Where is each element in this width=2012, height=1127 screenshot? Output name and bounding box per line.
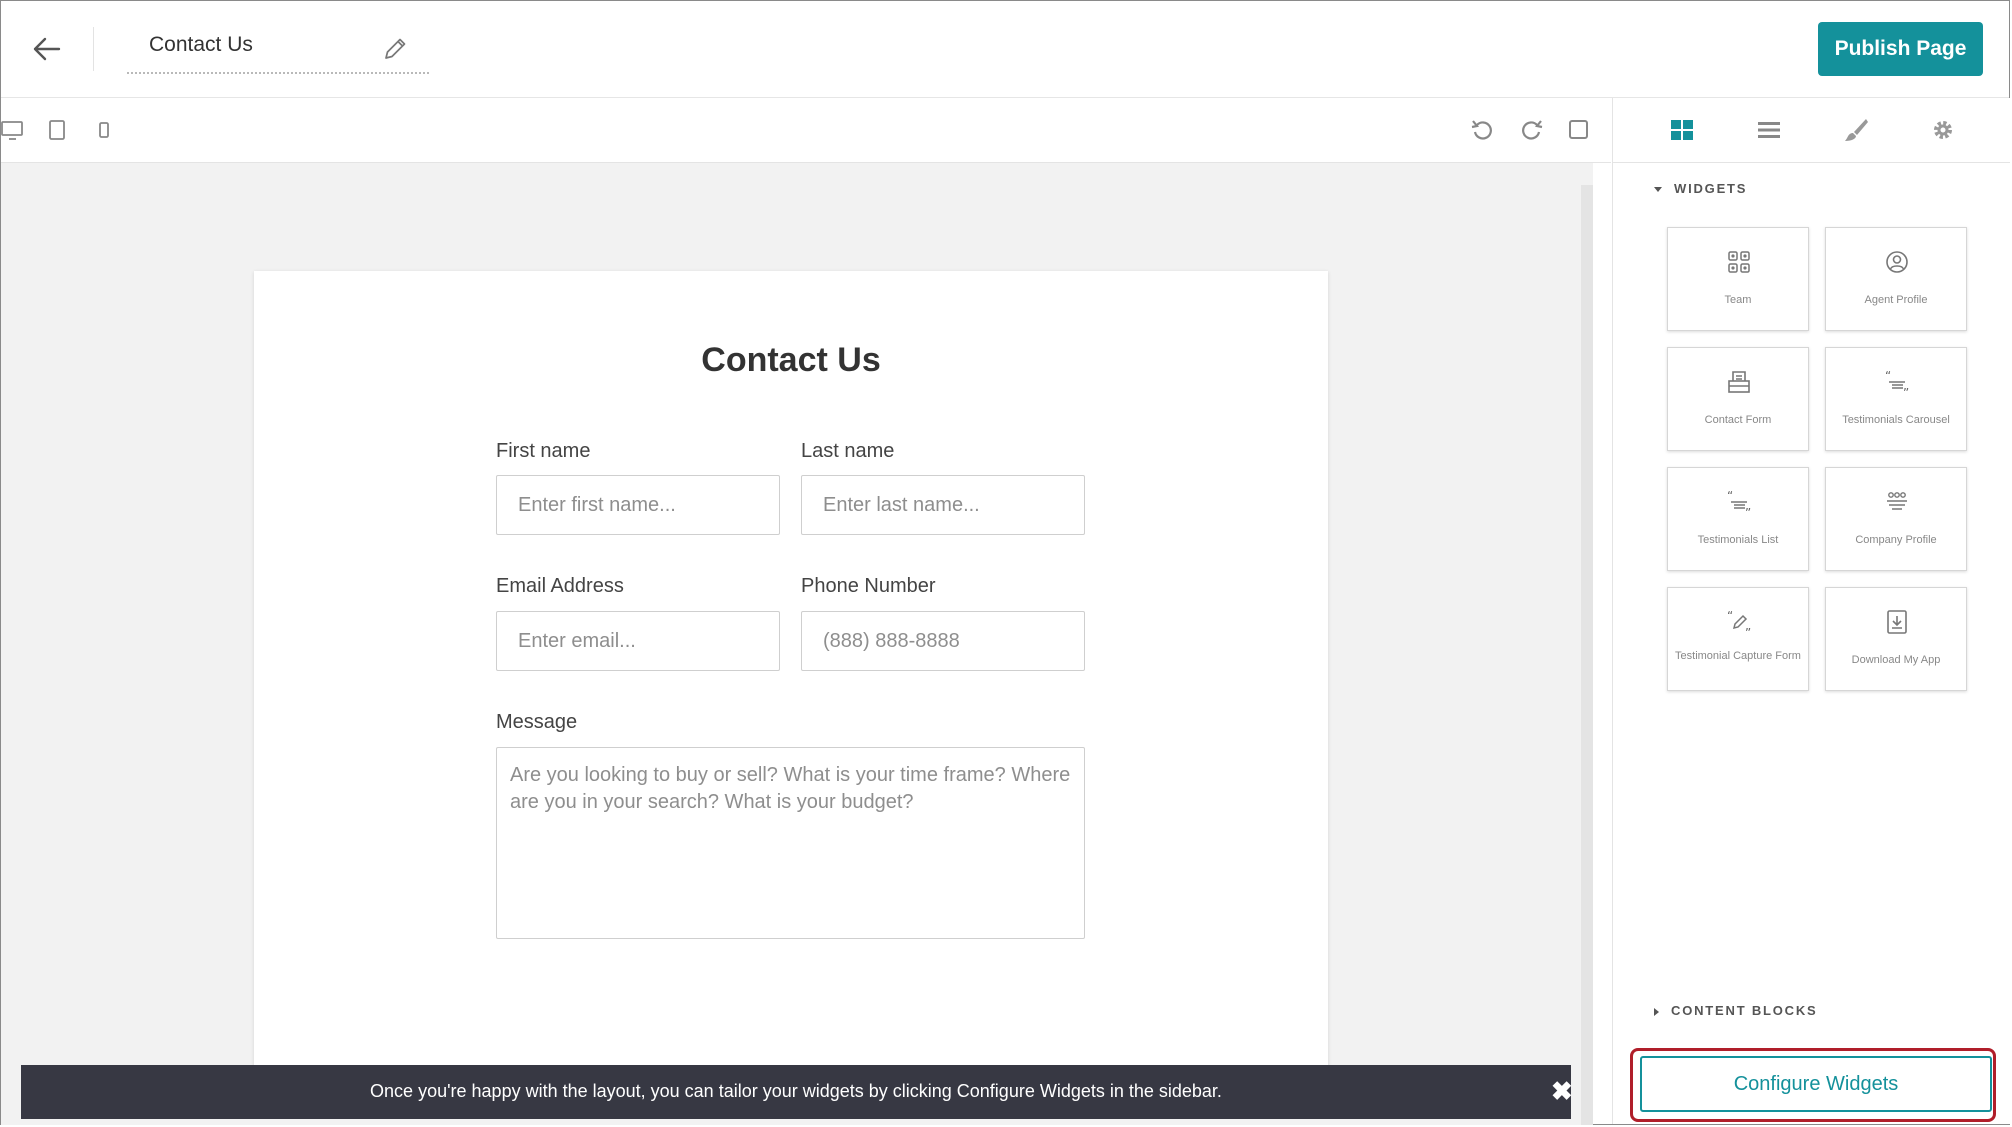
message-label: Message <box>496 711 578 733</box>
top-divider <box>93 27 94 71</box>
contact-form-card: Contact Us First name Last name Email Ad… <box>254 271 1328 1071</box>
widget-company-profile[interactable]: Company Profile <box>1825 467 1967 571</box>
sidebar-tabs <box>1613 98 2010 163</box>
desktop-icon[interactable] <box>1 116 29 144</box>
sidebar-body: WIDGETS Team Agent Profile Contact Form … <box>1654 171 1970 1026</box>
widget-label: Team <box>1724 294 1752 306</box>
widgets-section-toggle[interactable]: WIDGETS <box>1654 181 1747 196</box>
widget-label: Company Profile <box>1855 534 1937 546</box>
widget-label: Agent Profile <box>1864 294 1928 306</box>
svg-text:”: ” <box>1745 506 1751 516</box>
top-bar: Contact Us Publish Page <box>1 1 2009 98</box>
first-name-input[interactable] <box>496 475 780 535</box>
canvas-scrollbar[interactable] <box>1581 185 1593 1125</box>
widget-team[interactable]: Team <box>1667 227 1809 331</box>
preview-icon[interactable] <box>1565 116 1593 144</box>
content-blocks-section-toggle[interactable]: CONTENT BLOCKS <box>1654 1003 1818 1018</box>
publish-page-button[interactable]: Publish Page <box>1818 22 1983 76</box>
widget-label: Testimonial Capture Form <box>1675 650 1801 662</box>
gear-icon[interactable] <box>1929 116 1957 144</box>
svg-text:“: “ <box>1727 489 1733 503</box>
first-name-label: First name <box>496 440 591 462</box>
caret-down-icon <box>1654 187 1662 193</box>
mobile-icon[interactable] <box>90 116 118 144</box>
svg-text:”: ” <box>1745 626 1751 636</box>
undo-icon[interactable] <box>1469 116 1497 144</box>
tablet-icon[interactable] <box>43 116 71 144</box>
widget-label: Testimonials Carousel <box>1842 414 1950 426</box>
last-name-label: Last name <box>801 440 895 462</box>
configure-widgets-button[interactable]: Configure Widgets <box>1640 1056 1992 1112</box>
contact-form-icon <box>1728 371 1750 393</box>
widget-testimonials-list[interactable]: “” Testimonials List <box>1667 467 1809 571</box>
close-icon[interactable]: ✖ <box>1551 1078 1573 1104</box>
widget-contact-form[interactable]: Contact Form <box>1667 347 1809 451</box>
widget-label: Contact Form <box>1704 414 1772 426</box>
back-arrow-icon[interactable] <box>27 31 67 67</box>
widget-download-my-app[interactable]: Download My App <box>1825 587 1967 691</box>
download-icon <box>1887 610 1907 634</box>
widget-testimonials-carousel[interactable]: “” Testimonials Carousel <box>1825 347 1967 451</box>
widget-testimonial-capture-form[interactable]: “” Testimonial Capture Form <box>1667 587 1809 691</box>
list-icon[interactable] <box>1755 116 1783 144</box>
content-blocks-heading: CONTENT BLOCKS <box>1671 1003 1818 1018</box>
page-name[interactable]: Contact Us <box>149 33 253 57</box>
sidebar: WIDGETS Team Agent Profile Contact Form … <box>1612 98 2010 1124</box>
quote-icon: “” <box>1885 369 1909 396</box>
widgets-heading: WIDGETS <box>1674 181 1748 196</box>
pencil-icon[interactable] <box>381 35 409 63</box>
widget-label: Testimonials List <box>1697 534 1779 546</box>
page-name-underline <box>127 72 429 74</box>
widget-agent-profile[interactable]: Agent Profile <box>1825 227 1967 331</box>
last-name-input[interactable] <box>801 475 1085 535</box>
company-profile-icon <box>1887 492 1907 510</box>
widget-label: Download My App <box>1851 654 1941 666</box>
quote-pen-icon: “” <box>1727 609 1751 636</box>
agent-profile-icon <box>1886 251 1908 273</box>
editor-toolbar <box>1 98 1611 163</box>
email-label: Email Address <box>496 575 624 597</box>
phone-label: Phone Number <box>801 575 936 597</box>
hint-toast: Once you're happy with the layout, you c… <box>21 1065 1573 1119</box>
caret-right-icon <box>1654 1007 1659 1016</box>
message-textarea[interactable] <box>496 747 1085 939</box>
quote-icon: “” <box>1727 489 1751 516</box>
form-title: Contact Us <box>701 341 881 379</box>
svg-text:”: ” <box>1903 386 1909 396</box>
brush-icon[interactable] <box>1842 116 1870 144</box>
redo-icon[interactable] <box>1517 116 1545 144</box>
phone-input[interactable] <box>801 611 1085 671</box>
svg-text:“: “ <box>1727 609 1733 623</box>
svg-text:“: “ <box>1885 369 1891 383</box>
email-input[interactable] <box>496 611 780 671</box>
toast-message: Once you're happy with the layout, you c… <box>370 1081 1222 1101</box>
team-icon <box>1728 251 1750 273</box>
widgets-grid-icon[interactable] <box>1668 116 1696 144</box>
